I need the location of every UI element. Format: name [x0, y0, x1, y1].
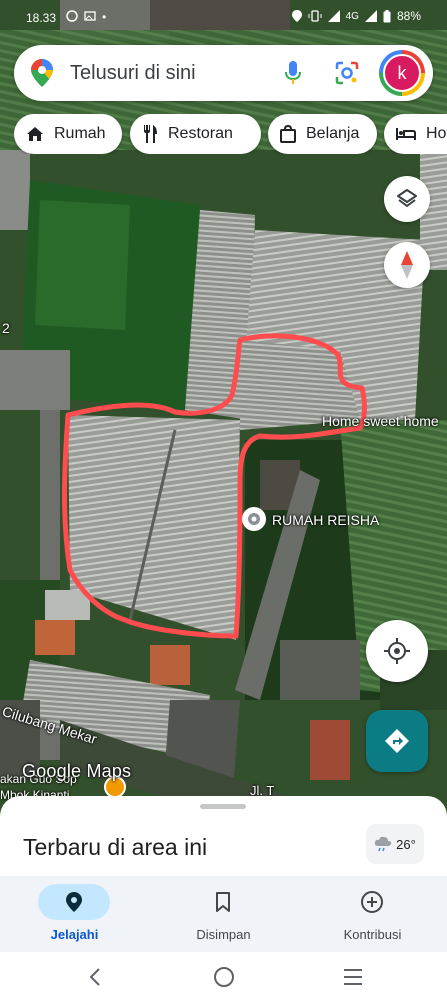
chip-hotel[interactable]: Hotel — [384, 114, 447, 154]
maps-pin-icon — [31, 59, 53, 87]
directions-icon — [385, 729, 409, 753]
temperature: 26° — [396, 836, 416, 852]
my-location-button[interactable] — [366, 620, 428, 682]
status-time: 18.33 — [26, 11, 57, 25]
account-avatar[interactable]: k — [379, 50, 425, 96]
compass-button[interactable] — [384, 242, 430, 288]
signal-icon — [327, 10, 340, 22]
status-bar: 18.33 • 4G 88% — [0, 0, 447, 34]
chip-restoran[interactable]: Restoran — [130, 114, 261, 154]
battery-percent: 88% — [396, 9, 421, 23]
my-location-icon — [384, 638, 410, 664]
chip-belanja[interactable]: Belanja — [268, 114, 377, 154]
explore-pin-icon — [66, 892, 82, 912]
category-chips: Rumah Restoran Belanja Hotel — [14, 114, 447, 154]
map-label-edge-number: 2 — [2, 320, 10, 336]
sheet-title: Terbaru di area ini — [23, 834, 208, 860]
home-circle-icon — [214, 967, 234, 987]
chip-label: Restoran — [168, 125, 233, 142]
compass-icon — [401, 251, 413, 279]
shopping-icon — [280, 125, 296, 143]
vibrate-icon — [308, 10, 322, 22]
location-icon — [291, 10, 302, 22]
image-icon — [84, 11, 96, 21]
network-type: 4G — [345, 10, 359, 22]
search-bar[interactable]: Telusuri di sini k — [14, 45, 433, 101]
google-maps-logo: Google Maps — [22, 761, 132, 781]
home-button[interactable] — [209, 962, 239, 992]
nav-label: Kontribusi — [343, 927, 402, 942]
nav-jelajahi[interactable]: Jelajahi — [0, 876, 149, 952]
chip-label: Belanja — [306, 125, 360, 142]
recents-button[interactable] — [338, 962, 368, 992]
lens-icon[interactable] — [335, 61, 359, 85]
nav-label: Jelajahi — [50, 927, 99, 942]
menu-lines-icon — [344, 969, 362, 985]
system-navigation-bar — [0, 952, 447, 1000]
weather-chip[interactable]: 26° — [366, 824, 424, 864]
map-label-home[interactable]: Home sweet home — [322, 413, 439, 429]
more-dot-icon: • — [102, 10, 107, 24]
add-circle-icon — [361, 891, 383, 913]
signal-icon-2 — [364, 10, 377, 22]
drag-handle[interactable] — [200, 804, 246, 809]
back-chevron-icon — [89, 968, 100, 986]
directions-button[interactable] — [366, 710, 428, 772]
restaurant-icon — [144, 125, 157, 143]
battery-icon — [383, 9, 391, 22]
chip-label: Rumah — [54, 125, 106, 142]
bookmark-icon — [216, 892, 230, 912]
cloud-rain-icon — [374, 836, 392, 852]
nav-label: Disimpan — [196, 927, 251, 942]
chip-label: Hotel — [426, 125, 447, 142]
chip-rumah[interactable]: Rumah — [14, 114, 122, 154]
nav-kontribusi[interactable]: Kontribusi — [298, 876, 447, 952]
map-label-rumah-reisha[interactable]: RUMAH REISHA — [272, 512, 379, 528]
bottom-navigation: Jelajahi Disimpan Kontribusi — [0, 876, 447, 952]
mic-icon[interactable] — [284, 61, 302, 85]
whatsapp-icon — [66, 10, 78, 22]
back-button[interactable] — [80, 962, 110, 992]
nav-disimpan[interactable]: Disimpan — [149, 876, 298, 952]
avatar-letter: k — [383, 54, 421, 92]
layers-button[interactable] — [384, 176, 430, 222]
layers-icon — [397, 189, 417, 207]
search-input[interactable]: Telusuri di sini — [70, 62, 196, 85]
place-pin-icon[interactable] — [242, 507, 266, 531]
hotel-icon — [396, 128, 416, 140]
home-icon — [27, 127, 43, 141]
